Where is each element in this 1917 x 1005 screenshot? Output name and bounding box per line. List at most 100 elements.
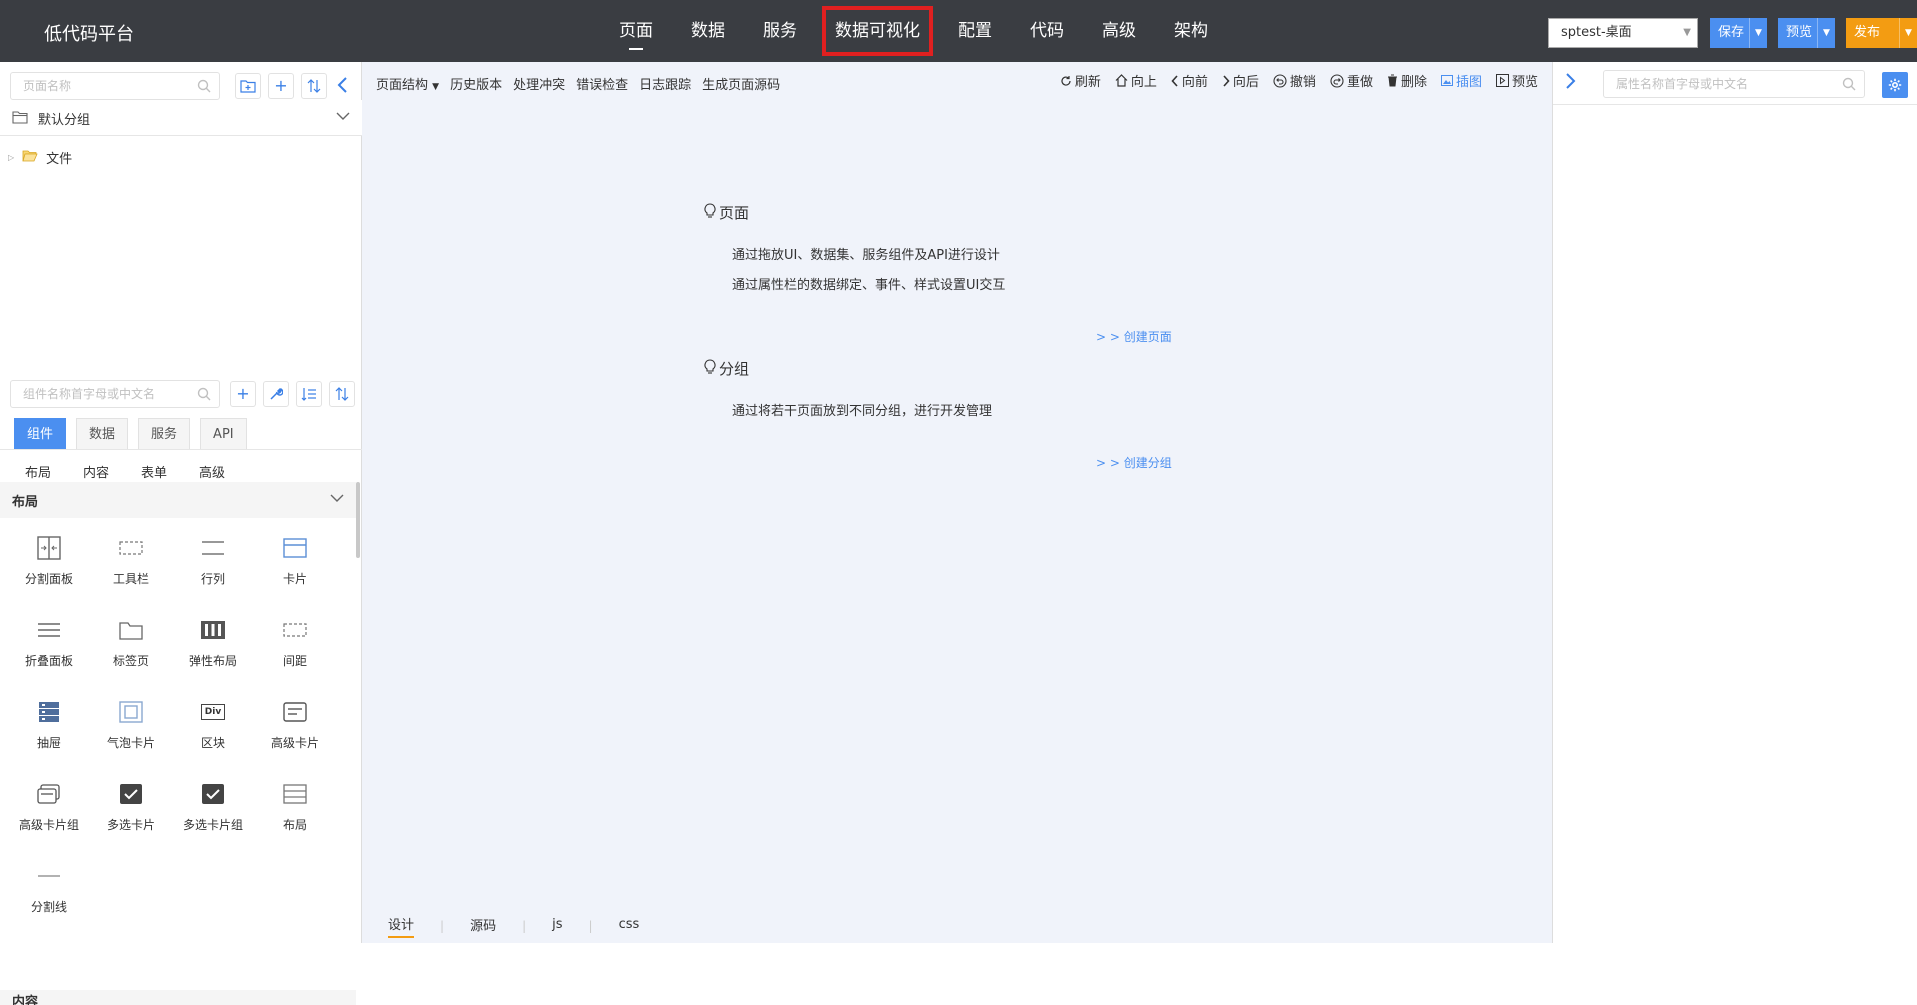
layout-section-header[interactable]: 布局 <box>0 482 356 518</box>
save-dropdown-icon[interactable]: ▼ <box>1749 18 1767 48</box>
component-row-column[interactable]: 行列 <box>172 528 254 610</box>
nav-data[interactable]: 数据 <box>672 0 744 62</box>
chevron-down-icon: ▼ <box>1683 27 1691 38</box>
divider-icon <box>8 856 90 896</box>
add-component-button[interactable]: + <box>230 381 256 407</box>
home-icon <box>1115 74 1128 87</box>
folder-outline-icon <box>12 111 28 128</box>
delete-button[interactable]: 删除 <box>1387 71 1427 90</box>
save-button[interactable]: 保存 ▼ <box>1710 18 1767 48</box>
publish-button[interactable]: 发布 ▼ <box>1846 18 1917 48</box>
create-group-link[interactable]: > > 创建分组 <box>1096 454 1172 471</box>
expand-triangle-icon[interactable]: ▷ <box>8 153 14 162</box>
component-label: 分割线 <box>30 900 67 914</box>
property-search[interactable] <box>1603 70 1865 98</box>
tab-css[interactable]: css <box>619 917 640 935</box>
component-multi-select-card[interactable]: 多选卡片 <box>90 774 172 856</box>
editor-mode-tabs: 设计 | 源码 | js | css <box>362 909 1552 943</box>
new-folder-button[interactable] <box>235 73 261 99</box>
tab-source[interactable]: 源码 <box>470 915 496 937</box>
tab-design[interactable]: 设计 <box>388 914 415 938</box>
sort-icon <box>307 79 321 93</box>
error-check-button[interactable]: 错误检查 <box>576 74 628 93</box>
component-drawer[interactable]: 抽屉 <box>8 692 90 774</box>
content-section-header[interactable]: 内容 <box>0 990 356 1005</box>
back-button[interactable]: 向后 <box>1222 71 1259 90</box>
component-flex-layout[interactable]: 弹性布局 <box>172 610 254 692</box>
up-label: 向上 <box>1130 75 1157 90</box>
environment-select[interactable]: sptest-桌面 ▼ <box>1548 18 1698 48</box>
component-scrollbar[interactable] <box>356 482 360 558</box>
nav-architecture[interactable]: 架构 <box>1155 0 1227 62</box>
preview-button[interactable]: 预览 ▼ <box>1778 18 1835 48</box>
sort-button[interactable] <box>301 73 327 99</box>
tab-js[interactable]: js <box>552 917 562 935</box>
create-page-link[interactable]: > > 创建页面 <box>1096 328 1172 345</box>
component-div-block[interactable]: Div 区块 <box>172 692 254 774</box>
tree-item-file[interactable]: ▷ 文件 <box>8 146 72 168</box>
canvas-preview-button[interactable]: 预览 <box>1495 71 1538 90</box>
page-search-input[interactable] <box>11 73 219 99</box>
tab-api[interactable]: API <box>200 418 247 450</box>
nav-advanced[interactable]: 高级 <box>1083 0 1155 62</box>
component-advanced-card-group[interactable]: 高级卡片组 <box>8 774 90 856</box>
settings-button[interactable] <box>1882 72 1908 98</box>
nav-config[interactable]: 配置 <box>939 0 1011 62</box>
component-layout[interactable]: 布局 <box>254 774 336 856</box>
component-spacing[interactable]: 间距 <box>254 610 336 692</box>
preview-icon <box>1495 74 1509 87</box>
component-search[interactable] <box>10 380 220 408</box>
property-search-input[interactable] <box>1604 71 1864 97</box>
undo-button[interactable]: 撤销 <box>1273 71 1316 90</box>
component-tabs[interactable]: 标签页 <box>90 610 172 692</box>
component-divider[interactable]: 分割线 <box>8 856 90 938</box>
history-button[interactable]: 历史版本 <box>450 74 502 93</box>
redo-button[interactable]: 重做 <box>1330 71 1373 90</box>
new-folder-icon <box>240 80 256 93</box>
component-advanced-card[interactable]: 高级卡片 <box>254 692 336 774</box>
tab-service[interactable]: 服务 <box>138 418 191 450</box>
add-page-button[interactable]: + <box>268 73 294 99</box>
image-button[interactable]: 插图 <box>1440 71 1482 90</box>
component-card[interactable]: 卡片 <box>254 528 336 610</box>
help-page-title: 页面 <box>719 204 750 222</box>
default-group-header[interactable]: 默认分组 <box>0 100 362 136</box>
image-label: 插图 <box>1455 75 1482 90</box>
component-toolbar[interactable]: 工具栏 <box>90 528 172 610</box>
search-icon <box>197 79 211 97</box>
bubble-card-icon <box>90 692 172 732</box>
refresh-button[interactable]: 刷新 <box>1060 71 1101 90</box>
nav-code[interactable]: 代码 <box>1011 0 1083 62</box>
list-order-button[interactable] <box>296 381 322 407</box>
chevron-left-icon <box>1171 74 1179 87</box>
page-structure-button[interactable]: 页面结构 ▼ <box>376 74 439 93</box>
nav-data-visualization[interactable]: 数据可视化 <box>816 0 939 62</box>
expand-panel-icon[interactable] <box>1565 72 1577 94</box>
log-trace-button[interactable]: 日志跟踪 <box>639 74 691 93</box>
tab-components[interactable]: 组件 <box>14 418 67 450</box>
component-label: 多选卡片 <box>106 818 155 832</box>
nav-page[interactable]: 页面 <box>600 0 672 62</box>
tool-button[interactable] <box>263 381 289 407</box>
publish-dropdown-icon[interactable]: ▼ <box>1899 18 1917 48</box>
component-label: 高级卡片 <box>270 736 319 750</box>
generate-source-button[interactable]: 生成页面源码 <box>702 74 780 93</box>
up-button[interactable]: 向上 <box>1115 71 1157 90</box>
page-search[interactable] <box>10 72 220 100</box>
collapse-sidebar-icon[interactable] <box>336 76 348 98</box>
sort-components-button[interactable] <box>329 381 355 407</box>
help-group-title-row: 分组 <box>704 358 749 379</box>
resolve-conflict-button[interactable]: 处理冲突 <box>513 74 565 93</box>
component-multi-select-card-group[interactable]: 多选卡片组 <box>172 774 254 856</box>
preview-dropdown-icon[interactable]: ▼ <box>1817 18 1835 48</box>
component-bubble-card[interactable]: 气泡卡片 <box>90 692 172 774</box>
main-canvas: 页面结构 ▼ 历史版本 处理冲突 错误检查 日志跟踪 生成页面源码 刷新 向上 … <box>362 62 1552 943</box>
component-split-panel[interactable]: 分割面板 <box>8 528 90 610</box>
component-label: 布局 <box>282 818 307 832</box>
tab-data[interactable]: 数据 <box>76 418 129 450</box>
nav-service[interactable]: 服务 <box>744 0 816 62</box>
component-search-input[interactable] <box>11 381 219 407</box>
component-collapse-panel[interactable]: 折叠面板 <box>8 610 90 692</box>
content-section-title: 内容 <box>12 995 39 1005</box>
forward-button[interactable]: 向前 <box>1171 71 1208 90</box>
